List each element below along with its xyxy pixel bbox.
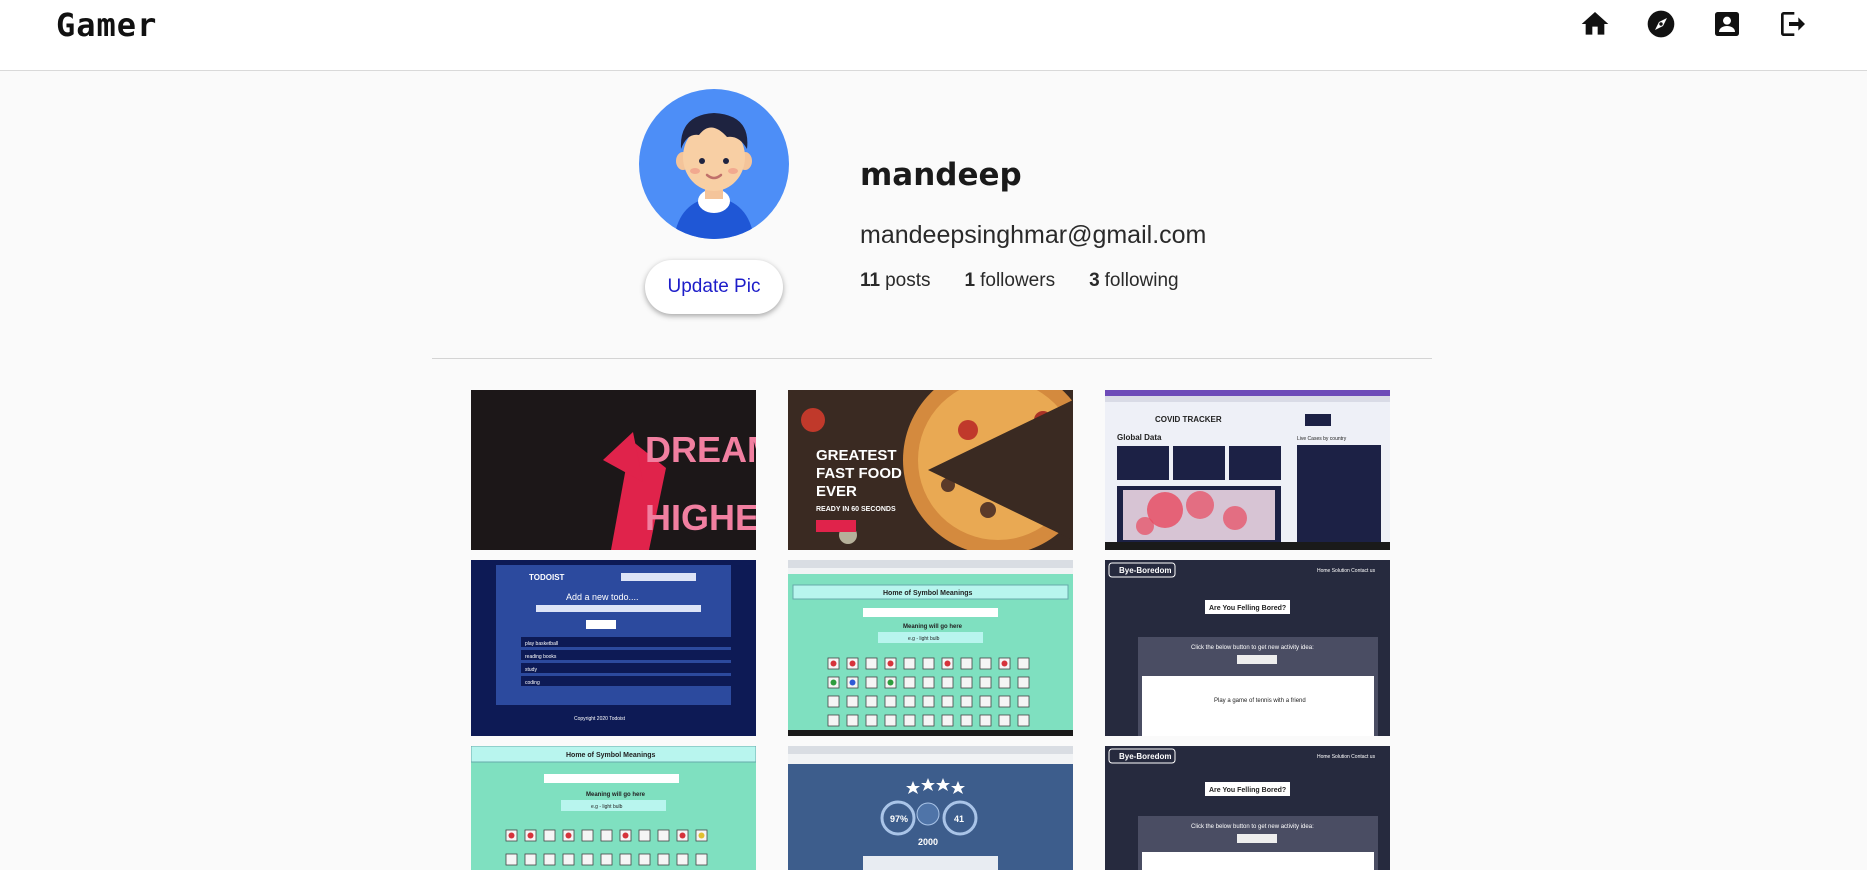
post-text: Click the below button to get new activi… [1191,645,1314,651]
post-thumbnail[interactable]: Home of Symbol Meanings Meaning will go … [471,746,756,870]
post-text: Play a game of tennis with a friend [1214,698,1306,704]
post-thumbnail[interactable]: COVID TRACKER Global Data Live Cases by … [1105,390,1390,550]
posts-count: 11 [860,270,881,291]
post-thumbnail[interactable]: 97% 41 2000 [788,746,1073,870]
post-text: HIGHER [645,497,756,538]
profile-email: mandeepsinghmar@gmail.com [860,221,1207,249]
post-thumbnail[interactable]: DREAM HIGHER [471,390,756,550]
svg-text:Home Solution Contact us: Home Solution Contact us [1317,568,1376,574]
avatar [639,89,789,239]
post-thumbnail[interactable]: Bye-Boredom Home Solution Contact us Are… [1105,560,1390,736]
post-text: 41 [954,814,964,824]
profile-header: Update Pic mandeep mandeepsinghmar@gmail… [0,71,1867,361]
post-text: Live Cases by country [1297,436,1347,442]
post-text: TODOIST [529,573,565,582]
post-text: coding [525,680,540,686]
post-text: Meaning will go here [586,792,646,798]
post-text: FAST FOOD [816,465,902,482]
post-text: Home of Symbol Meanings [566,752,656,759]
post-thumbnail[interactable]: TODOIST Add a new todo.... play basketba… [471,560,756,736]
post-text: 2000 [918,837,938,847]
svg-text:Home Solution Contact us: Home Solution Contact us [1317,754,1376,760]
update-pic-button[interactable]: Update Pic [645,260,783,314]
post-text: Home of Symbol Meanings [883,590,973,597]
post-text: Are You Felling Bored? [1209,787,1286,794]
post-thumbnail[interactable]: Bye-Boredom Home Solution Contact us Are… [1105,746,1390,870]
post-text: play basketball [525,641,558,647]
post-text: Click the below button to get new activi… [1191,824,1314,830]
post-text: 97% [890,814,908,824]
logout-icon[interactable] [1777,8,1809,40]
followers-count: 1 [964,270,976,291]
explore-icon[interactable] [1645,8,1677,40]
post-text: READY IN 60 SECONDS [816,506,896,513]
posts-stat: 11 posts [860,270,931,292]
post-text: reading books [525,654,557,660]
post-text: e.g - light bulb [908,636,940,642]
post-text: Bye-Boredom [1119,566,1171,575]
post-text: e.g - light bulb [591,804,623,810]
post-text: DREAM [645,429,756,470]
post-text: Add a new todo.... [566,592,639,602]
post-thumbnail[interactable]: GREATEST FAST FOOD EVER READY IN 60 SECO… [788,390,1073,550]
profile-divider [432,358,1432,359]
following-stat: 3 following [1089,270,1179,292]
post-text: COVID TRACKER [1155,415,1222,424]
post-text: EVER [816,483,857,500]
post-thumbnail[interactable]: Home of Symbol Meanings Meaning will go … [788,560,1073,736]
top-navbar: Gamer [0,0,1867,71]
post-text: Global Data [1117,433,1162,442]
post-text: GREATEST [816,447,897,464]
profile-username: mandeep [860,157,1022,193]
following-count: 3 [1089,270,1100,291]
followers-stat: 1 followers [965,270,1056,292]
home-icon[interactable] [1579,8,1611,40]
following-label: following [1104,270,1179,291]
post-text: Bye-Boredom [1119,752,1171,761]
followers-label: followers [980,270,1056,291]
brand-logo[interactable]: Gamer [56,6,157,44]
post-text: study [525,667,537,673]
posts-label: posts [885,270,931,291]
post-text: Are You Felling Bored? [1209,605,1286,612]
post-text: Copyright 2020 Todoist [574,716,626,722]
nav-icons [1579,8,1809,40]
post-text: Meaning will go here [903,624,963,630]
profile-icon[interactable] [1711,8,1743,40]
profile-stats: 11 posts 1 followers 3 following [860,270,1179,292]
